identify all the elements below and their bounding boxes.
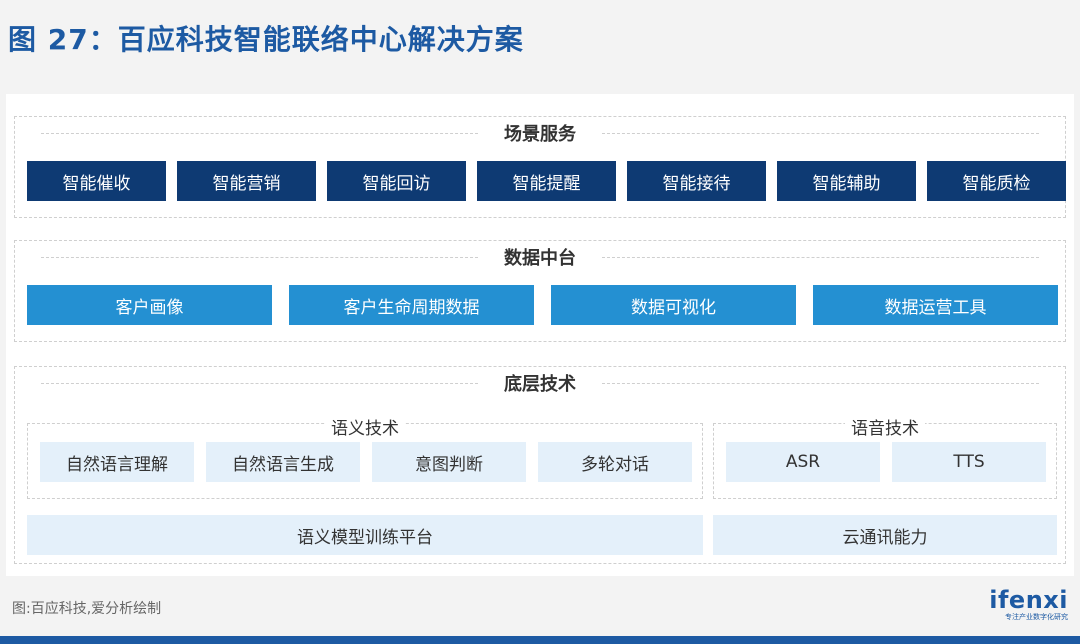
- figure-title: 图 27：百应科技智能联络中心解决方案: [8, 23, 524, 56]
- voice-item-asr: ASR: [726, 442, 880, 482]
- voice-tech-title: 语音技术: [845, 413, 925, 439]
- scene-item-3: 智能回访: [327, 161, 466, 201]
- ifenxi-logo: ifenxi 专注产业数字化研究: [989, 586, 1068, 622]
- data-layer-title: 数据中台: [504, 248, 576, 269]
- source-note: 图:百应科技,爱分析绘制: [12, 601, 162, 617]
- semantic-tech-group: 语义技术 自然语言理解 自然语言生成 意图判断 多轮对话: [27, 413, 703, 499]
- voice-platform: 云通讯能力: [713, 515, 1057, 555]
- data-item-1: 客户画像: [27, 285, 272, 325]
- semantic-platform: 语义模型训练平台: [27, 515, 703, 555]
- scene-item-4: 智能提醒: [477, 161, 616, 201]
- data-item-4: 数据运营工具: [813, 285, 1058, 325]
- tech-layer-header: 底层技术: [15, 367, 1065, 399]
- scene-item-7: 智能质检: [927, 161, 1066, 201]
- data-item-2: 客户生命周期数据: [289, 285, 534, 325]
- scene-item-5: 智能接待: [627, 161, 766, 201]
- semantic-item-1: 自然语言理解: [40, 442, 194, 482]
- semantic-item-3: 意图判断: [372, 442, 526, 482]
- semantic-tech-header: 语义技术: [28, 412, 702, 440]
- data-layer-header: 数据中台: [15, 241, 1065, 273]
- scene-layer-header: 场景服务: [15, 117, 1065, 149]
- scene-layer: 场景服务 智能催收 智能营销 智能回访 智能提醒 智能接待 智能辅助 智能质检: [14, 116, 1066, 218]
- data-layer: 数据中台 客户画像 客户生命周期数据 数据可视化 数据运营工具: [14, 240, 1066, 342]
- voice-tech-group: 语音技术 ASR TTS: [713, 413, 1057, 499]
- diagram-panel: 场景服务 智能催收 智能营销 智能回访 智能提醒 智能接待 智能辅助 智能质检 …: [6, 94, 1074, 576]
- data-item-3: 数据可视化: [551, 285, 796, 325]
- tech-layer-title: 底层技术: [504, 374, 576, 395]
- scene-item-6: 智能辅助: [777, 161, 916, 201]
- scene-item-1: 智能催收: [27, 161, 166, 201]
- semantic-item-4: 多轮对话: [538, 442, 692, 482]
- semantic-item-2: 自然语言生成: [206, 442, 360, 482]
- logo-word: ifenxi: [989, 586, 1068, 614]
- scene-layer-title: 场景服务: [504, 124, 576, 145]
- semantic-tech-title: 语义技术: [325, 413, 405, 439]
- tech-layer: 底层技术 语义技术 自然语言理解 自然语言生成 意图判断 多轮对话 语音技术 A…: [14, 366, 1066, 564]
- voice-item-tts: TTS: [892, 442, 1046, 482]
- voice-tech-header: 语音技术: [714, 412, 1056, 440]
- bottom-bar: [0, 636, 1080, 644]
- scene-item-2: 智能营销: [177, 161, 316, 201]
